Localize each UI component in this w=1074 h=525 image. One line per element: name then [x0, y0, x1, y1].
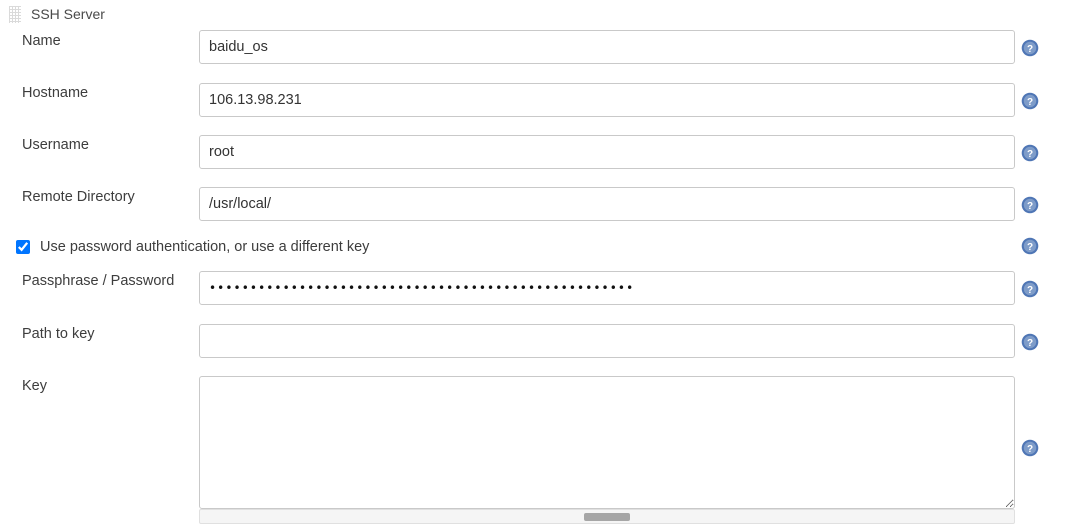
path-to-key-input[interactable] [199, 324, 1015, 358]
name-input[interactable] [199, 30, 1015, 64]
help-question-icon[interactable]: ? [1021, 39, 1039, 57]
field-wrap-remote-directory [199, 187, 1015, 221]
help-question-icon[interactable]: ? [1021, 439, 1039, 457]
help-question-icon[interactable]: ? [1021, 196, 1039, 214]
svg-text:?: ? [1027, 201, 1033, 212]
username-input[interactable] [199, 135, 1015, 169]
label-username: Username [22, 137, 89, 153]
use-password-auth-label: Use password authentication, or use a di… [40, 239, 370, 255]
help-question-icon[interactable]: ? [1021, 333, 1039, 351]
form-row-username: Username ? [0, 132, 1074, 184]
field-wrap-path-to-key [199, 324, 1015, 358]
svg-text:?: ? [1027, 285, 1033, 296]
form-row-passphrase: Passphrase / Password ••••••••••••••••••… [0, 270, 1074, 322]
label-path-to-key: Path to key [22, 326, 95, 342]
form-row-path-to-key: Path to key ? [0, 322, 1074, 374]
ssh-server-panel: SSH Server Name ? Hostname [0, 0, 1074, 525]
field-wrap-hostname [199, 83, 1015, 117]
svg-text:?: ? [1027, 149, 1033, 160]
svg-text:?: ? [1027, 97, 1033, 108]
hostname-input[interactable] [199, 83, 1015, 117]
field-wrap-username [199, 135, 1015, 169]
label-name: Name [22, 33, 61, 49]
help-question-icon[interactable]: ? [1021, 280, 1039, 298]
panel-header: SSH Server [0, 0, 105, 28]
passphrase-masked-value: ••••••••••••••••••••••••••••••••••••••••… [209, 281, 635, 295]
horizontal-scrollbar[interactable] [199, 509, 1015, 524]
svg-text:?: ? [1027, 44, 1033, 55]
label-key: Key [22, 378, 47, 394]
svg-text:?: ? [1027, 338, 1033, 349]
help-question-icon[interactable]: ? [1021, 237, 1039, 255]
label-remote-directory: Remote Directory [22, 189, 135, 205]
form-row-key: Key ? [0, 374, 1074, 514]
svg-text:?: ? [1027, 242, 1033, 253]
help-question-icon[interactable]: ? [1021, 144, 1039, 162]
key-textarea[interactable] [199, 376, 1015, 509]
use-password-auth-checkbox[interactable] [16, 240, 30, 254]
drag-grip-icon[interactable] [9, 5, 21, 23]
form-row-remote-directory: Remote Directory ? [0, 184, 1074, 236]
page-title: SSH Server [31, 6, 105, 22]
help-question-icon[interactable]: ? [1021, 92, 1039, 110]
remote-directory-input[interactable] [199, 187, 1015, 221]
label-passphrase: Passphrase / Password [22, 273, 175, 289]
horizontal-scrollbar-thumb[interactable] [584, 513, 630, 521]
form-row-name: Name ? [0, 28, 1074, 80]
label-hostname: Hostname [22, 85, 89, 101]
field-wrap-key [199, 376, 1015, 509]
form-row-use-password-auth: Use password authentication, or use a di… [0, 236, 1074, 270]
form-row-hostname: Hostname ? [0, 80, 1074, 132]
passphrase-input[interactable]: ••••••••••••••••••••••••••••••••••••••••… [199, 271, 1015, 305]
ssh-server-form: Name ? Hostname ? [0, 28, 1074, 514]
field-wrap-passphrase: ••••••••••••••••••••••••••••••••••••••••… [199, 271, 1015, 305]
svg-text:?: ? [1027, 444, 1033, 455]
field-wrap-name [199, 30, 1015, 64]
